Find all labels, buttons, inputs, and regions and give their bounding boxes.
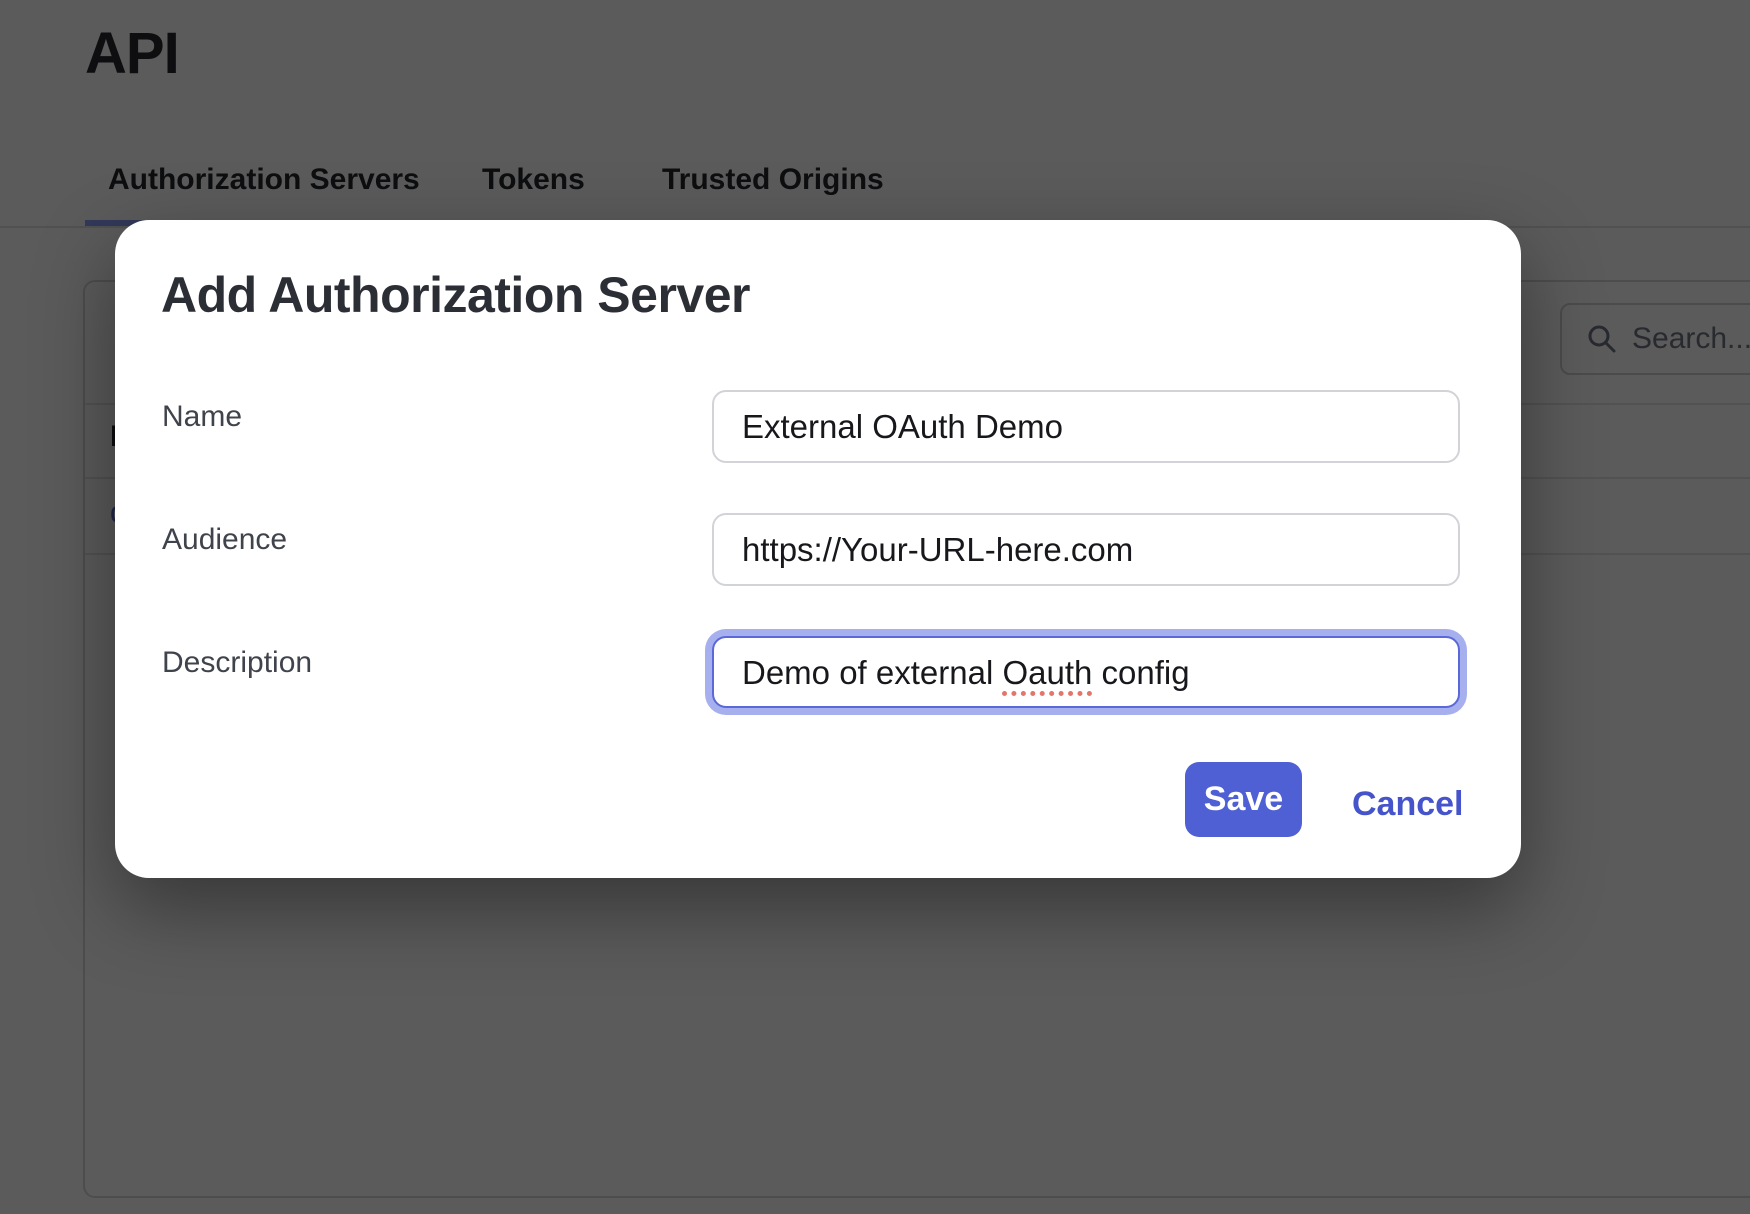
save-button[interactable]: Save: [1185, 762, 1302, 837]
description-text: Demo of external: [742, 654, 1002, 691]
description-field[interactable]: Demo of external Oauth config: [712, 636, 1460, 708]
name-field[interactable]: External OAuth Demo: [712, 390, 1460, 463]
cancel-button[interactable]: Cancel: [1352, 784, 1464, 824]
dialog-title: Add Authorization Server: [161, 266, 750, 324]
description-misspelled-word: Oauth: [1002, 654, 1092, 691]
name-label: Name: [162, 400, 242, 434]
description-label: Description: [162, 646, 312, 680]
description-text: config: [1092, 654, 1189, 691]
audience-field[interactable]: https://Your-URL-here.com: [712, 513, 1460, 586]
add-authorization-server-dialog: Add Authorization Server Name External O…: [115, 220, 1521, 878]
audience-label: Audience: [162, 523, 287, 557]
screen: API Authorization Servers Tokens Trusted…: [0, 0, 1750, 1214]
